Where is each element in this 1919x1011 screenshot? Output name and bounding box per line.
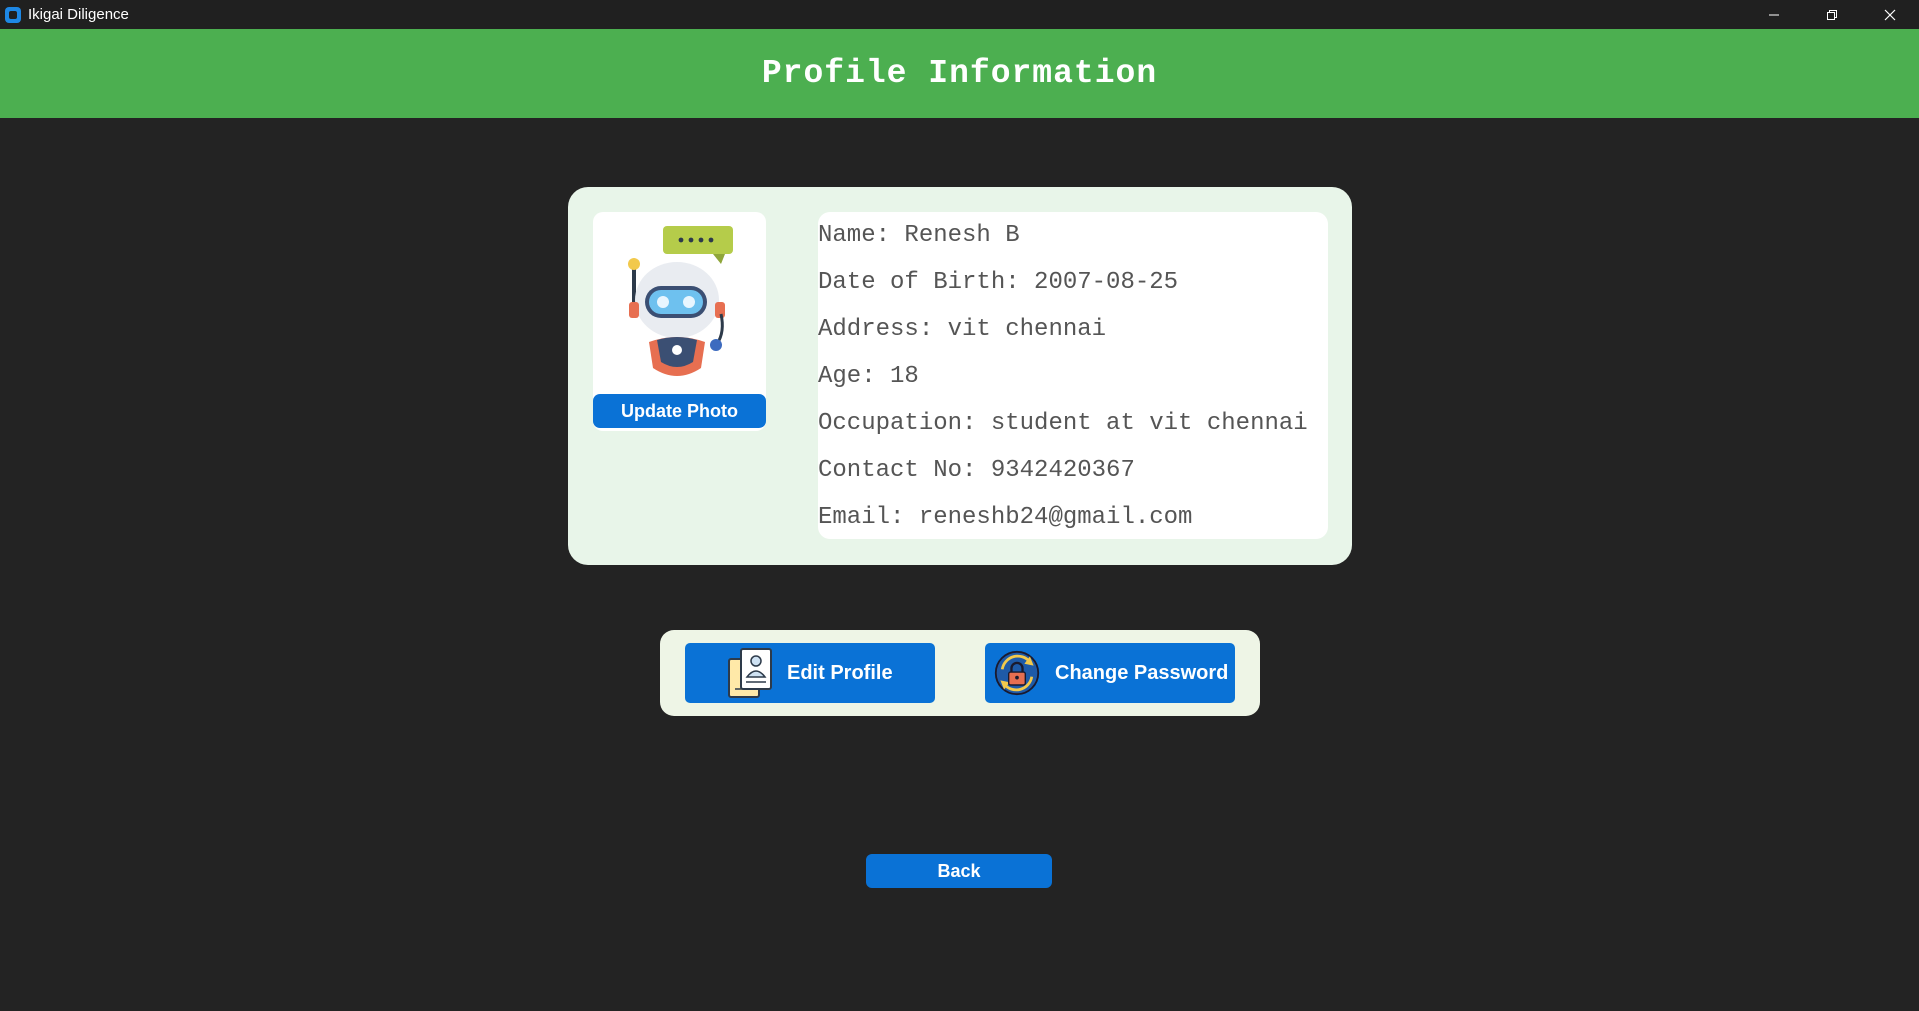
- edit-profile-label: Edit Profile: [787, 661, 893, 684]
- close-icon[interactable]: [1861, 0, 1919, 29]
- change-password-label: Change Password: [1055, 661, 1229, 684]
- app-icon: [4, 6, 22, 24]
- restore-icon[interactable]: [1803, 0, 1861, 29]
- page-title: Profile Information: [761, 55, 1158, 92]
- profile-document-icon: [727, 647, 775, 699]
- window-titlebar: Ikigai Diligence: [0, 0, 1919, 29]
- window-title: Ikigai Diligence: [28, 6, 129, 23]
- change-password-button[interactable]: Change Password: [985, 643, 1235, 703]
- profile-actions-card: Edit Profile Change Password: [660, 630, 1260, 716]
- profile-contact: Contact No: 9342420367: [818, 457, 1135, 484]
- minimize-icon[interactable]: [1745, 0, 1803, 29]
- profile-occupation: Occupation: student at vit chennai: [818, 410, 1308, 437]
- profile-info-box: Name: Renesh B Date of Birth: 2007-08-25…: [818, 212, 1328, 539]
- back-button[interactable]: Back: [866, 854, 1052, 888]
- profile-card: Update Photo Name: Renesh B Date of Birt…: [568, 187, 1352, 565]
- profile-email: Email: reneshb24@gmail.com: [818, 504, 1193, 531]
- profile-name: Name: Renesh B: [818, 222, 1020, 249]
- profile-photo-box: Update Photo: [593, 212, 766, 431]
- update-photo-button[interactable]: Update Photo: [593, 394, 766, 428]
- profile-age: Age: 18: [818, 363, 919, 390]
- edit-profile-button[interactable]: Edit Profile: [685, 643, 935, 703]
- page-header: Profile Information: [0, 29, 1919, 118]
- profile-address: Address: vit chennai: [818, 316, 1107, 343]
- robot-avatar-icon: [621, 222, 741, 382]
- window-controls: [1745, 0, 1919, 29]
- lock-refresh-icon: [993, 647, 1041, 699]
- profile-dob: Date of Birth: 2007-08-25: [818, 269, 1179, 296]
